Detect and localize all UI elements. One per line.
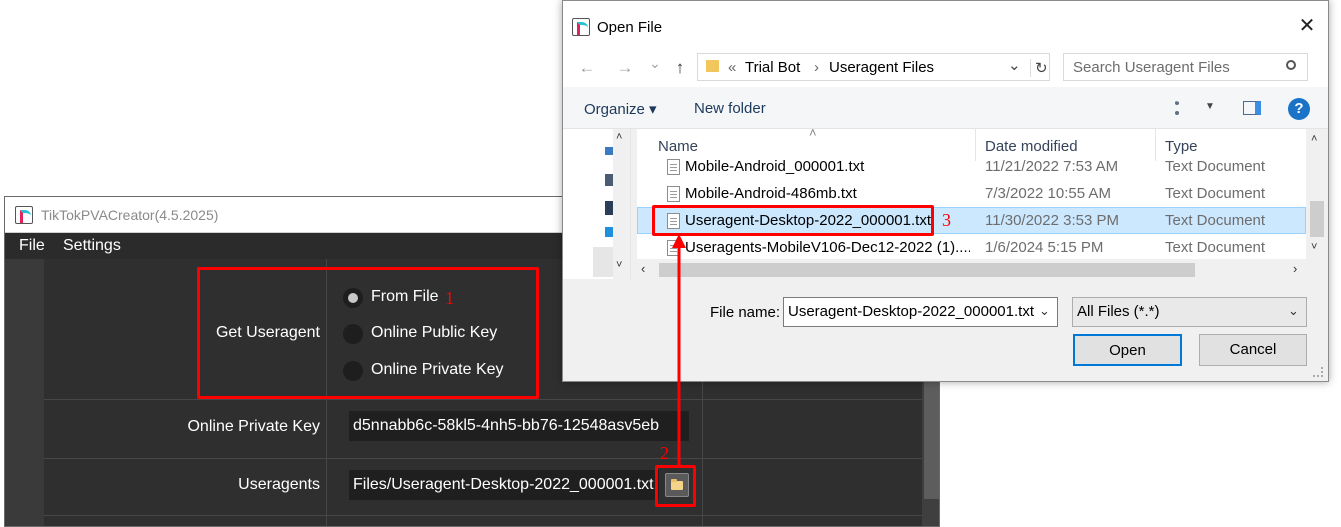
file-name-label: File name: (710, 304, 781, 321)
text-file-icon (667, 186, 680, 202)
nav-item-icon[interactable] (605, 227, 613, 237)
address-dropdown-icon[interactable]: ⌄ (1008, 56, 1021, 74)
up-arrow-icon[interactable]: ↑ (670, 58, 690, 78)
scroll-down-icon[interactable]: ˅ (616, 259, 622, 271)
file-row[interactable]: Mobile-Android_000001.txt 11/21/2022 7:5… (637, 154, 1306, 181)
file-date: 11/21/2022 7:53 AM (985, 158, 1119, 175)
online-private-key-input[interactable]: d5nnabb6c-58kl5-4nh5-bb76-12548asv5eb (349, 411, 689, 441)
file-type-filter[interactable]: All Files (*.*) ⌄ (1072, 297, 1307, 327)
scrollbar-thumb[interactable] (659, 263, 1195, 277)
close-icon[interactable]: ✕ (1298, 16, 1316, 36)
dialog-toolbar: Organize ▾ New folder ▼ ? (563, 87, 1328, 129)
column-type[interactable]: Type (1165, 138, 1198, 155)
search-icon[interactable] (1286, 60, 1296, 70)
scroll-down-icon[interactable]: ˅ (1311, 241, 1317, 253)
useragents-path-input[interactable]: Files/Useragent-Desktop-2022_000001.txt (349, 470, 659, 500)
nav-item-icon[interactable] (605, 147, 613, 155)
chevron-down-icon[interactable]: ⌄ (1288, 303, 1299, 319)
resize-grip-icon[interactable] (1313, 367, 1323, 377)
help-icon[interactable]: ? (1288, 98, 1310, 120)
file-type: Text Document (1165, 239, 1266, 256)
open-button[interactable]: Open (1073, 334, 1182, 366)
breadcrumb-useragent-files[interactable]: Useragent Files (829, 59, 934, 76)
search-input[interactable]: Search Useragent Files (1073, 59, 1230, 76)
preview-pane-icon[interactable] (1243, 101, 1261, 115)
view-options-chevron-icon[interactable]: ▼ (1205, 101, 1215, 112)
file-list-hscrollbar[interactable]: ‹ › (637, 259, 1328, 281)
column-date-modified[interactable]: Date modified (985, 138, 1078, 155)
row-divider (44, 458, 922, 459)
cancel-button[interactable]: Cancel (1199, 334, 1307, 366)
breadcrumb-trial-bot[interactable]: Trial Bot (745, 59, 800, 76)
dialog-app-icon (572, 18, 590, 36)
text-file-icon (667, 159, 680, 175)
row-divider (44, 515, 922, 516)
scroll-up-icon[interactable]: ˄ (1311, 133, 1317, 145)
menu-settings[interactable]: Settings (63, 237, 121, 255)
scroll-right-icon[interactable]: › (1293, 261, 1297, 276)
search-box[interactable]: Search Useragent Files (1063, 53, 1308, 81)
online-private-key-label: Online Private Key (187, 418, 320, 435)
column-name[interactable]: Name (658, 138, 698, 155)
file-row[interactable]: Mobile-Android-486mb.txt 7/3/2022 10:55 … (637, 181, 1306, 208)
annotation-number-3: 3 (942, 210, 951, 230)
scrollbar-thumb[interactable] (1310, 201, 1324, 237)
nav-item-icon[interactable] (605, 174, 613, 186)
address-bar[interactable]: « Trial Bot › Useragent Files ⌄ ↻ (697, 53, 1050, 81)
forward-arrow-icon[interactable]: → (615, 58, 635, 78)
file-list: ˄ Name Date modified Type Mobile-Android… (637, 129, 1306, 259)
annotation-number-1: 1 (445, 288, 454, 308)
useragents-label: Useragents (238, 476, 320, 493)
file-name-input[interactable]: Useragent-Desktop-2022_000001.txt ⌄ (783, 297, 1058, 327)
file-type-filter-value[interactable]: All Files (*.*) (1077, 303, 1160, 320)
file-date: 1/6/2024 5:15 PM (985, 239, 1104, 256)
nav-item-selected[interactable] (593, 247, 613, 277)
file-row[interactable]: Useragents-MobileV106-Dec12-2022 (1)....… (637, 235, 1306, 259)
dialog-titlebar: Open File ✕ (563, 1, 1328, 53)
file-type: Text Document (1165, 158, 1266, 175)
file-type: Text Document (1165, 212, 1266, 229)
breadcrumb-overflow[interactable]: « (728, 59, 736, 76)
breadcrumb-separator-icon: › (814, 59, 819, 76)
organize-button[interactable]: Organize ▾ (584, 100, 657, 118)
file-date: 7/3/2022 10:55 AM (985, 185, 1111, 202)
folder-icon (706, 60, 719, 72)
file-date: 11/30/2022 3:53 PM (985, 212, 1119, 229)
annotation-box-2 (655, 465, 696, 507)
file-name-value[interactable]: Useragent-Desktop-2022_000001.txt (788, 303, 1034, 320)
menu-file[interactable]: File (19, 237, 45, 255)
refresh-icon[interactable]: ↻ (1030, 59, 1048, 77)
nav-pane-scrollbar[interactable]: ˄ ˅ (613, 129, 630, 279)
app-logo-icon (15, 206, 33, 224)
annotation-box-1 (197, 267, 539, 399)
nav-item-icon[interactable] (605, 201, 613, 215)
new-folder-button[interactable]: New folder (694, 100, 766, 117)
row-divider (44, 399, 922, 400)
file-name[interactable]: Mobile-Android-486mb.txt (685, 185, 970, 202)
view-details-icon[interactable] (1175, 101, 1191, 115)
sort-ascending-icon: ˄ (809, 129, 817, 140)
annotation-arrow (672, 234, 686, 468)
recent-locations-icon[interactable]: ⌄ (645, 55, 665, 72)
scroll-up-icon[interactable]: ˄ (616, 131, 622, 143)
back-arrow-icon[interactable]: ← (577, 58, 597, 78)
app-title: TikTokPVACreator(4.5.2025) (41, 207, 219, 223)
chevron-down-icon[interactable]: ⌄ (1039, 303, 1050, 319)
file-type: Text Document (1165, 185, 1266, 202)
dialog-title: Open File (597, 19, 663, 36)
file-name[interactable]: Useragents-MobileV106-Dec12-2022 (1).... (685, 239, 970, 256)
navigation-pane[interactable]: ˄ ˅ (563, 129, 631, 279)
dialog-navbar: ← → ⌄ ↑ « Trial Bot › Useragent Files ⌄ … (563, 53, 1328, 87)
file-name[interactable]: Mobile-Android_000001.txt (685, 158, 970, 175)
file-list-vscrollbar[interactable]: ˄ ˅ (1306, 129, 1328, 259)
scroll-left-icon[interactable]: ‹ (641, 261, 645, 276)
